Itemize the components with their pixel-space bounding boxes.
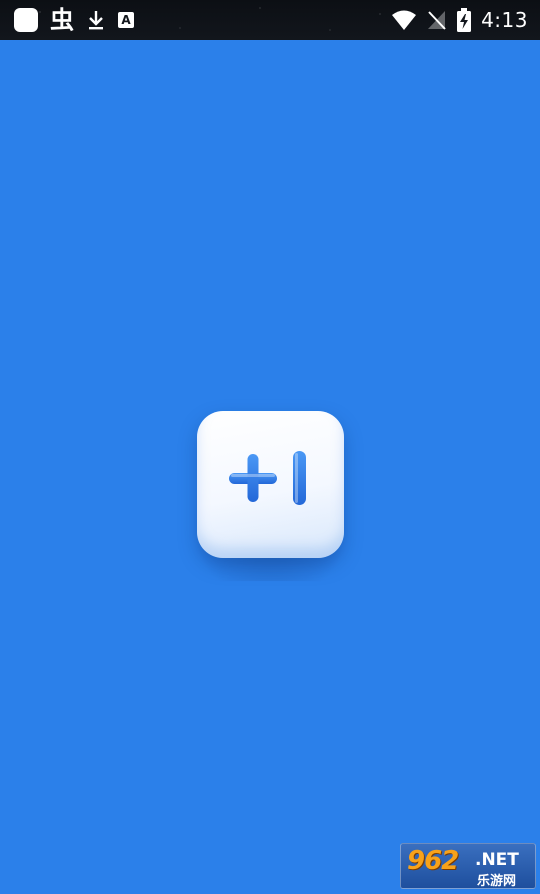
plus-one-icon (229, 451, 306, 505)
status-bar: 虫 A 4:13 (0, 0, 540, 40)
download-icon (89, 11, 103, 30)
battery-charging-icon (457, 8, 472, 32)
watermark-main: 962 (407, 846, 459, 876)
watermark-logo: 962 .NET 乐游网 (400, 843, 536, 889)
bug-icon: 虫 (50, 6, 74, 34)
watermark-sub: 乐游网 (477, 874, 517, 889)
status-bar-right: 4:13 (391, 6, 528, 34)
clock: 4:13 (481, 8, 528, 32)
no-signal-icon (428, 11, 446, 30)
app-logo (185, 411, 356, 581)
wifi-icon (392, 10, 417, 30)
text-a-icon: A (118, 12, 134, 28)
status-bar-left: 虫 A (14, 6, 134, 34)
app-square-icon (14, 8, 38, 32)
watermark-net: .NET (475, 850, 519, 870)
